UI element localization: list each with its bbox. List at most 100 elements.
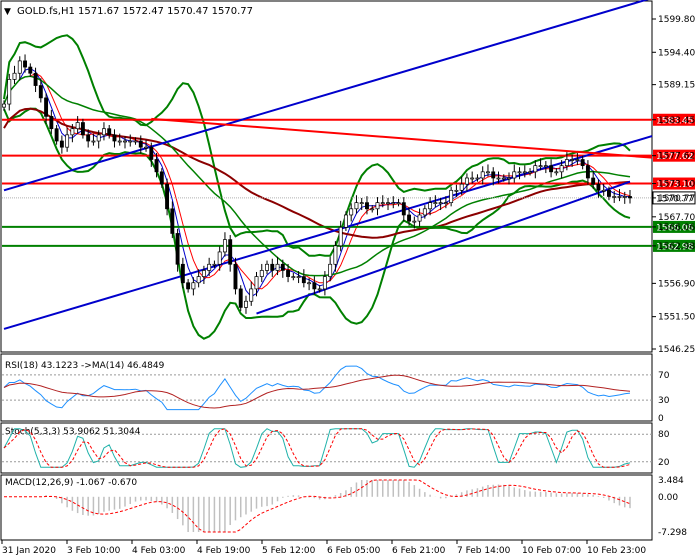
candle-body (622, 196, 627, 198)
macd-y-label: -7.298 (658, 528, 687, 538)
candle-body (149, 146, 154, 160)
x-tick-label: 6 Feb 21:00 (392, 546, 446, 556)
candle-body (401, 202, 406, 216)
candle-body (370, 208, 375, 211)
y-tick-label: 1566.06 (658, 223, 695, 233)
candle-body (507, 177, 511, 180)
candle-body (475, 177, 480, 180)
candle-body (244, 300, 248, 308)
x-tick-label: 31 Jan 2020 (2, 546, 56, 556)
y-tick-label: 1589.15 (658, 81, 695, 91)
candle-body (270, 263, 275, 271)
y-tick-label: 1551.50 (658, 313, 695, 323)
candle-body (54, 128, 59, 142)
candle-body (580, 159, 585, 167)
candle-body (107, 128, 112, 136)
candle-body (470, 177, 475, 180)
candle-body (286, 270, 291, 277)
candle-body (23, 60, 27, 68)
y-tick-label: 1573.10 (658, 180, 695, 190)
candle-body (333, 245, 338, 265)
candle-body (449, 189, 454, 203)
candle-body (322, 276, 327, 290)
candle-body (522, 171, 527, 174)
candle-body (585, 165, 590, 179)
candle-body (33, 72, 38, 86)
candle-body (291, 276, 296, 278)
candle-body (17, 60, 22, 74)
candle-body (491, 171, 496, 179)
candle-body (280, 263, 285, 271)
x-tick-label: 10 Feb 07:00 (522, 546, 581, 556)
candle-body (349, 208, 354, 216)
x-tick-label: 5 Feb 12:00 (262, 546, 316, 556)
rsi-level-label: 30 (658, 396, 670, 406)
candle-body (217, 251, 222, 265)
symbol-caret-icon[interactable]: ▼ (4, 7, 11, 17)
candle-body (464, 177, 469, 185)
y-tick-label: 1570.77 (658, 194, 695, 204)
candle-body (175, 233, 180, 265)
candle-body (617, 196, 622, 198)
y-tick-label: 1562.98 (658, 242, 695, 252)
candle-body (612, 196, 617, 198)
macd-label: MACD(12,26,9) -1.067 -0.670 (5, 478, 137, 488)
candle-body (44, 97, 49, 117)
rsi-level-label: 0 (658, 414, 664, 424)
candle-body (301, 276, 306, 284)
candle-body (144, 146, 148, 149)
candle-body (117, 140, 122, 143)
y-tick-label: 1567.70 (658, 213, 695, 223)
candle-body (596, 183, 601, 191)
candle-body (238, 288, 243, 308)
candle-body (254, 276, 259, 290)
candle-body (59, 140, 64, 148)
candle-body (91, 140, 96, 143)
candle-body (259, 270, 264, 277)
x-tick-label: 3 Feb 10:00 (67, 546, 121, 556)
y-tick-label: 1546.25 (658, 345, 695, 355)
candle-body (80, 122, 85, 136)
candle-body (575, 159, 580, 161)
candle-body (191, 282, 196, 290)
candle-body (628, 196, 632, 199)
candle-body (564, 159, 569, 167)
candle-body (591, 177, 596, 185)
candle-body (7, 79, 12, 105)
candle-body (28, 66, 33, 74)
candle-body (380, 202, 385, 204)
candle-body (559, 165, 564, 173)
candle-body (2, 103, 6, 108)
candle-body (459, 183, 464, 191)
x-tick-label: 4 Feb 03:00 (132, 546, 186, 556)
candle-body (428, 202, 433, 210)
candle-body (249, 288, 254, 302)
candle-body (443, 202, 448, 204)
stoch-level-label: 20 (658, 458, 670, 468)
candle-body (338, 226, 343, 247)
stoch-level-label: 80 (658, 430, 670, 440)
candle-body (196, 276, 201, 284)
candle-body (96, 134, 101, 142)
candle-body (433, 202, 438, 204)
candle-body (307, 282, 312, 285)
candle-body (201, 270, 206, 277)
candle-body (528, 171, 533, 174)
candle-body (123, 140, 127, 143)
candle-body (438, 202, 443, 204)
candle-body (128, 140, 133, 143)
candle-body (186, 282, 191, 290)
candle-body (165, 183, 170, 210)
x-tick-label: 7 Feb 14:00 (457, 546, 511, 556)
x-tick-label: 10 Feb 23:00 (587, 546, 646, 556)
rsi-label: RSI(18) 43.1223 ->MA(14) 46.4849 (5, 361, 165, 371)
rsi-level-label: 70 (658, 371, 670, 381)
main-price-panel (0, 0, 653, 353)
candle-body (480, 171, 485, 179)
candle-body (49, 116, 54, 130)
candle-body (154, 159, 159, 173)
candle-body (365, 202, 369, 210)
candle-body (412, 220, 417, 223)
candle-body (233, 263, 238, 290)
candle-body (375, 202, 380, 210)
